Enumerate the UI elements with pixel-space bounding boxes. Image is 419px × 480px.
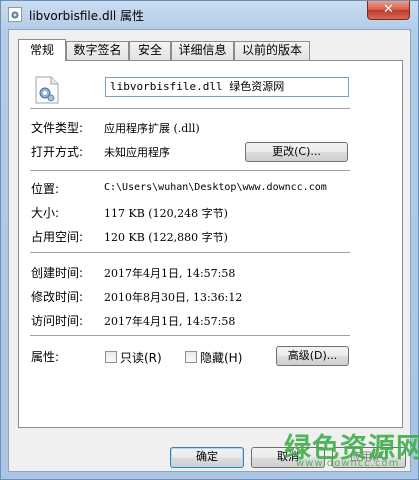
- advanced-button[interactable]: 高级(D)...: [276, 346, 349, 366]
- readonly-checkbox[interactable]: [105, 351, 117, 363]
- location-label: 位置:: [31, 182, 60, 196]
- size-on-disk-label: 占用空间:: [31, 230, 84, 244]
- open-with-value: 未知应用程序: [104, 146, 170, 159]
- close-icon: ✕: [383, 2, 394, 17]
- change-button[interactable]: 更改(C)...: [245, 142, 348, 162]
- title-bar[interactable]: libvorbisfile.dll 属性 ✕: [1, 1, 418, 29]
- tab-digital-signatures[interactable]: 数字签名: [66, 41, 129, 60]
- separator: [30, 170, 350, 172]
- accessed-value: 2017年4月1日, 14:57:58: [104, 315, 236, 328]
- modified-label: 修改时间:: [31, 290, 84, 304]
- accessed-label: 访问时间:: [31, 314, 84, 328]
- file-name-field[interactable]: libvorbisfile.dll 绿色资源网: [105, 77, 349, 97]
- open-with-label: 打开方式:: [31, 145, 84, 159]
- size-value: 117 KB (120,248 字节): [104, 207, 228, 220]
- separator: [30, 108, 350, 110]
- tab-security[interactable]: 安全: [129, 41, 171, 60]
- close-button[interactable]: ✕: [367, 1, 410, 20]
- size-label: 大小:: [31, 206, 60, 220]
- readonly-label[interactable]: 只读(R): [120, 349, 162, 366]
- separator: [30, 335, 350, 337]
- hidden-checkbox[interactable]: [185, 351, 197, 363]
- tab-general[interactable]: 常规: [18, 39, 66, 61]
- created-value: 2017年4月1日, 14:57:58: [104, 267, 236, 280]
- tab-details[interactable]: 详细信息: [171, 41, 234, 60]
- window-title: libvorbisfile.dll 属性: [29, 9, 145, 23]
- gear-file-icon: [35, 76, 59, 104]
- ok-button[interactable]: 确定: [170, 447, 244, 468]
- watermark-url: www.downcc.com: [296, 458, 400, 469]
- hidden-label[interactable]: 隐藏(H): [200, 349, 242, 366]
- size-on-disk-value: 120 KB (122,880 字节): [104, 231, 228, 244]
- properties-window: libvorbisfile.dll 属性 ✕ 常规 数字签名 安全 详细信息 以…: [0, 0, 419, 480]
- dialog-client: 常规 数字签名 安全 详细信息 以前的版本 libvorbisfile.dll …: [8, 29, 411, 472]
- modified-value: 2010年8月30日, 13:36:12: [104, 291, 243, 304]
- created-label: 创建时间:: [31, 266, 84, 280]
- general-panel: libvorbisfile.dll 绿色资源网 文件类型: 应用程序扩展 (.d…: [18, 60, 403, 428]
- file-type-value: 应用程序扩展 (.dll): [104, 122, 200, 135]
- separator: [30, 252, 350, 254]
- location-value: C:\Users\wuhan\Desktop\www.downcc.com: [104, 182, 327, 193]
- tab-previous-versions[interactable]: 以前的版本: [234, 41, 310, 60]
- file-type-label: 文件类型:: [31, 121, 84, 135]
- attributes-label: 属性:: [31, 350, 60, 364]
- dll-file-icon: [8, 7, 22, 22]
